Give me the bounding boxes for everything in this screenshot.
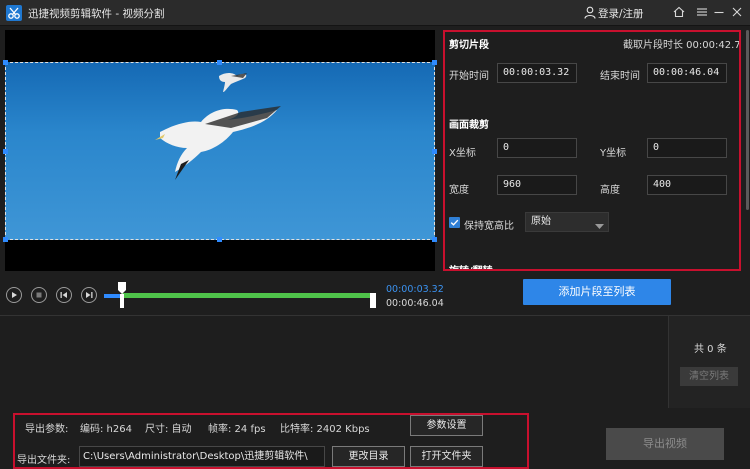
window-title: 迅捷视频剪辑软件 - 视频分割 xyxy=(28,8,165,20)
stop-button[interactable] xyxy=(31,287,47,303)
segment-duration: 截取片段时长 00:00:42.71 xyxy=(623,40,741,51)
chevron-down-icon xyxy=(595,219,604,237)
change-directory-button[interactable]: 更改目录 xyxy=(332,446,405,467)
open-folder-button[interactable]: 打开文件夹 xyxy=(410,446,483,467)
fps-info: 帧率: 24 fps xyxy=(208,424,266,435)
crop-handle[interactable] xyxy=(3,149,8,154)
rotate-title: 旋转/翻转 xyxy=(449,262,493,269)
start-time-input[interactable]: 00:00:03.32 xyxy=(497,63,577,83)
param-settings-button[interactable]: 参数设置 xyxy=(410,415,483,436)
previous-frame-button[interactable] xyxy=(56,287,72,303)
size-info: 尺寸: 自动 xyxy=(145,424,192,435)
y-coordinate-input[interactable]: 0 xyxy=(647,138,727,158)
codec-info: 编码: h264 xyxy=(80,424,132,435)
close-icon[interactable] xyxy=(729,4,745,20)
total-time: 00:00:46.04 xyxy=(386,298,444,309)
home-icon[interactable] xyxy=(671,4,687,20)
crop-handle[interactable] xyxy=(3,60,8,65)
add-segment-button[interactable]: 添加片段至列表 xyxy=(523,279,671,305)
timeline-selected-range xyxy=(122,293,372,298)
scissors-logo-icon xyxy=(6,5,22,21)
minimize-icon[interactable] xyxy=(711,4,727,20)
height-label: 高度 xyxy=(600,185,620,196)
crop-title: 画面裁剪 xyxy=(449,120,489,131)
start-time-label: 开始时间 xyxy=(449,71,489,82)
current-time: 00:00:03.32 xyxy=(386,284,444,295)
next-frame-button[interactable] xyxy=(81,287,97,303)
export-params-label: 导出参数: xyxy=(25,424,69,435)
ratio-select-value: 原始 xyxy=(531,216,551,227)
panel-scrollbar[interactable] xyxy=(746,30,749,210)
height-input[interactable]: 400 xyxy=(647,175,727,195)
segment-list xyxy=(0,316,668,408)
end-marker-handle[interactable] xyxy=(370,293,376,308)
crop-handle[interactable] xyxy=(432,60,437,65)
end-time-label: 结束时间 xyxy=(600,71,640,82)
end-time-input[interactable]: 00:00:46.04 xyxy=(647,63,727,83)
width-label: 宽度 xyxy=(449,185,469,196)
export-video-button[interactable]: 导出视频 xyxy=(606,428,724,460)
menu-icon[interactable] xyxy=(694,4,710,20)
settings-panel: 剪切片段 截取片段时长 00:00:42.71 开始时间 00:00:03.32… xyxy=(443,30,741,271)
start-marker-handle[interactable] xyxy=(118,282,126,308)
crop-handle[interactable] xyxy=(432,237,437,242)
y-coordinate-label: Y坐标 xyxy=(600,148,627,159)
segment-count: 共 0 条 xyxy=(694,344,727,355)
x-coordinate-label: X坐标 xyxy=(449,148,476,159)
export-folder-label: 导出文件夹: xyxy=(17,455,71,466)
bitrate-info: 比特率: 2402 Kbps xyxy=(280,424,370,435)
keep-ratio-checkbox[interactable] xyxy=(449,217,460,228)
crop-handle[interactable] xyxy=(217,237,222,242)
crop-handle[interactable] xyxy=(3,237,8,242)
cut-segment-title: 剪切片段 xyxy=(449,40,489,51)
play-button[interactable] xyxy=(6,287,22,303)
width-input[interactable]: 960 xyxy=(497,175,577,195)
x-coordinate-input[interactable]: 0 xyxy=(497,138,577,158)
ratio-select[interactable]: 原始 xyxy=(525,212,609,232)
clear-list-button[interactable]: 清空列表 xyxy=(680,367,738,386)
video-preview[interactable] xyxy=(3,30,437,271)
user-icon[interactable] xyxy=(584,6,596,19)
segment-list-sidebar xyxy=(668,316,750,408)
export-folder-path[interactable]: C:\Users\Administrator\Desktop\迅捷剪辑软件\ xyxy=(79,446,325,467)
login-register-link[interactable]: 登录/注册 xyxy=(598,6,644,21)
crop-box[interactable] xyxy=(5,62,435,240)
crop-handle[interactable] xyxy=(217,60,222,65)
keep-ratio-label: 保持宽高比 xyxy=(464,221,514,232)
crop-handle[interactable] xyxy=(432,149,437,154)
